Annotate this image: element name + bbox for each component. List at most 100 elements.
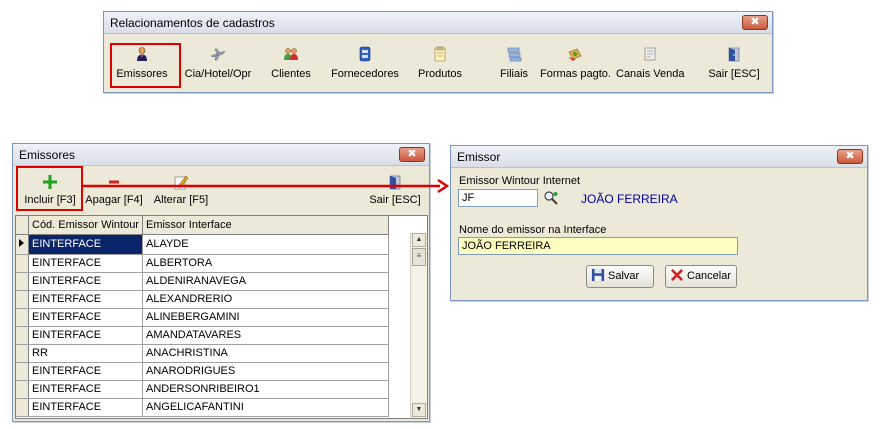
exit-door-icon bbox=[728, 47, 740, 62]
floppy-disk-icon bbox=[591, 268, 605, 282]
cell-emissor-interface[interactable]: ANARODRIGUES bbox=[142, 362, 389, 381]
ribbon-cia-hotel-opr-button[interactable]: Cia/Hotel/Opr bbox=[182, 46, 254, 80]
ribbon-formas-pagto-button[interactable]: Formas pagto. bbox=[540, 46, 611, 80]
table-row[interactable]: RR ANACHRISTINA bbox=[16, 344, 389, 363]
sales-channel-icon bbox=[644, 47, 656, 61]
alterar-label: Alterar [F5] bbox=[153, 194, 209, 206]
cell-cod-emissor[interactable]: EINTERFACE bbox=[28, 234, 143, 255]
row-indicator bbox=[16, 398, 29, 417]
table-row[interactable]: EINTERFACE ANARODRIGUES bbox=[16, 362, 389, 381]
emissores-sair-label: Sair [ESC] bbox=[369, 194, 421, 206]
emissor-title: Emissor bbox=[457, 150, 501, 164]
cell-emissor-interface[interactable]: ANACHRISTINA bbox=[142, 344, 389, 363]
emissor-close-button[interactable]: ✖ bbox=[837, 149, 863, 164]
emissores-sair-button[interactable]: Sair [ESC] bbox=[365, 174, 425, 206]
cancel-x-icon bbox=[671, 269, 683, 281]
apagar-button[interactable]: Apagar [F4] bbox=[85, 174, 143, 206]
ribbon-sair-button[interactable]: Sair [ESC] bbox=[706, 46, 762, 80]
cell-emissor-interface[interactable]: ALAYDE bbox=[142, 234, 389, 255]
ribbon-cia-hotel-opr-label: Cia/Hotel/Opr bbox=[184, 68, 252, 80]
alterar-button[interactable]: Alterar [F5] bbox=[151, 174, 211, 206]
table-row[interactable]: EINTERFACE ALAYDE bbox=[16, 234, 389, 255]
grid-indicator-header bbox=[16, 216, 29, 235]
column-header-emissor-interface[interactable]: Emissor Interface bbox=[142, 216, 389, 235]
cell-emissor-interface[interactable]: ALEXANDRERIO bbox=[142, 290, 389, 309]
cell-emissor-interface[interactable]: ANDERSONRIBEIRO1 bbox=[142, 380, 389, 399]
ribbon-clientes-label: Clientes bbox=[271, 68, 311, 80]
branches-icon bbox=[507, 47, 522, 62]
emissores-grid[interactable]: Cód. Emissor Wintour Emissor Interface E… bbox=[15, 215, 428, 419]
cell-emissor-interface[interactable]: ALINEBERGAMINI bbox=[142, 308, 389, 327]
row-indicator bbox=[16, 326, 29, 345]
ribbon-canais-venda-button[interactable]: Canais Venda bbox=[616, 46, 685, 80]
table-row[interactable]: EINTERFACE ALBERTORA bbox=[16, 254, 389, 273]
cancel-button[interactable]: Cancelar bbox=[665, 265, 737, 288]
row-indicator bbox=[16, 272, 29, 291]
row-indicator bbox=[16, 254, 29, 273]
cell-emissor-interface[interactable]: ANGELICAFANTINI bbox=[142, 398, 389, 417]
table-row[interactable]: EINTERFACE ANDERSONRIBEIRO1 bbox=[16, 380, 389, 399]
cell-cod-emissor[interactable]: EINTERFACE bbox=[28, 362, 143, 381]
save-button[interactable]: Salvar bbox=[586, 265, 654, 288]
scroll-down-button[interactable]: ▼ bbox=[412, 403, 426, 417]
emissor-dialog: Emissor ✖ Emissor Wintour Internet JF JO… bbox=[450, 145, 868, 301]
emissor-wintour-label: Emissor Wintour Internet bbox=[459, 175, 581, 187]
relacionamentos-title: Relacionamentos de cadastros bbox=[110, 16, 275, 30]
grid-vertical-scrollbar[interactable]: ▲ ≡ ▼ bbox=[410, 233, 427, 418]
scroll-thumb[interactable]: ≡ bbox=[412, 248, 426, 266]
row-indicator bbox=[16, 344, 29, 363]
column-header-cod-emissor[interactable]: Cód. Emissor Wintour bbox=[28, 216, 143, 235]
save-label: Salvar bbox=[608, 270, 640, 282]
emissor-wintour-code-input[interactable]: JF bbox=[458, 189, 538, 207]
edit-pencil-icon bbox=[174, 175, 189, 190]
table-row[interactable]: EINTERFACE ALEXANDRERIO bbox=[16, 290, 389, 309]
relacionamentos-titlebar: Relacionamentos de cadastros ✖ bbox=[104, 12, 772, 34]
row-indicator bbox=[16, 380, 29, 399]
ribbon-filiais-label: Filiais bbox=[499, 68, 529, 80]
ribbon-canais-venda-label: Canais Venda bbox=[616, 68, 685, 80]
grid-header-row: Cód. Emissor Wintour Emissor Interface bbox=[16, 216, 389, 235]
relacionamentos-window: Relacionamentos de cadastros ✖ Emissores… bbox=[103, 11, 773, 93]
relacionamentos-close-button[interactable]: ✖ bbox=[742, 15, 768, 30]
cell-cod-emissor[interactable]: EINTERFACE bbox=[28, 272, 143, 291]
ribbon-produtos-label: Produtos bbox=[417, 68, 463, 80]
table-row[interactable]: EINTERFACE AMANDATAVARES bbox=[16, 326, 389, 345]
emissores-close-button[interactable]: ✖ bbox=[399, 147, 425, 162]
search-lookup-icon[interactable] bbox=[543, 190, 559, 206]
cell-cod-emissor[interactable]: EINTERFACE bbox=[28, 380, 143, 399]
payment-icon bbox=[568, 48, 582, 61]
cancel-label: Cancelar bbox=[687, 270, 732, 282]
cell-cod-emissor[interactable]: EINTERFACE bbox=[28, 308, 143, 327]
building-icon bbox=[359, 46, 371, 62]
table-row[interactable]: EINTERFACE ALINEBERGAMINI bbox=[16, 308, 389, 327]
row-indicator bbox=[16, 290, 29, 309]
cell-emissor-interface[interactable]: ALDENIRANAVEGA bbox=[142, 272, 389, 291]
ribbon-fornecedores-label: Fornecedores bbox=[331, 68, 399, 80]
cell-cod-emissor[interactable]: EINTERFACE bbox=[28, 290, 143, 309]
table-row[interactable]: EINTERFACE ALDENIRANAVEGA bbox=[16, 272, 389, 291]
cell-cod-emissor[interactable]: EINTERFACE bbox=[28, 398, 143, 417]
scroll-up-button[interactable]: ▲ bbox=[412, 233, 426, 247]
emissores-ribbon-highlight bbox=[110, 43, 181, 88]
ribbon-formas-pagto-label: Formas pagto. bbox=[540, 68, 611, 80]
emissor-wintour-name: JOÃO FERREIRA bbox=[581, 192, 678, 206]
emissores-table: Cód. Emissor Wintour Emissor Interface E… bbox=[16, 216, 389, 417]
product-icon bbox=[434, 46, 446, 62]
row-indicator bbox=[16, 308, 29, 327]
cell-cod-emissor[interactable]: EINTERFACE bbox=[28, 254, 143, 273]
emissor-interface-input[interactable]: JOÃO FERREIRA bbox=[458, 237, 738, 255]
cell-cod-emissor[interactable]: RR bbox=[28, 344, 143, 363]
ribbon-clientes-button[interactable]: Clientes bbox=[266, 46, 316, 80]
ribbon-produtos-button[interactable]: Produtos bbox=[412, 46, 468, 80]
cell-emissor-interface[interactable]: AMANDATAVARES bbox=[142, 326, 389, 345]
emissor-interface-label: Nome do emissor na Interface bbox=[459, 224, 607, 236]
cell-cod-emissor[interactable]: EINTERFACE bbox=[28, 326, 143, 345]
minus-icon bbox=[109, 180, 119, 184]
ribbon-filiais-button[interactable]: Filiais bbox=[490, 46, 538, 80]
table-row[interactable]: EINTERFACE ANGELICAFANTINI bbox=[16, 398, 389, 417]
emissor-titlebar: Emissor ✖ bbox=[451, 146, 867, 168]
row-indicator bbox=[16, 234, 29, 255]
cell-emissor-interface[interactable]: ALBERTORA bbox=[142, 254, 389, 273]
emissores-title: Emissores bbox=[19, 148, 76, 162]
ribbon-fornecedores-button[interactable]: Fornecedores bbox=[330, 46, 400, 80]
